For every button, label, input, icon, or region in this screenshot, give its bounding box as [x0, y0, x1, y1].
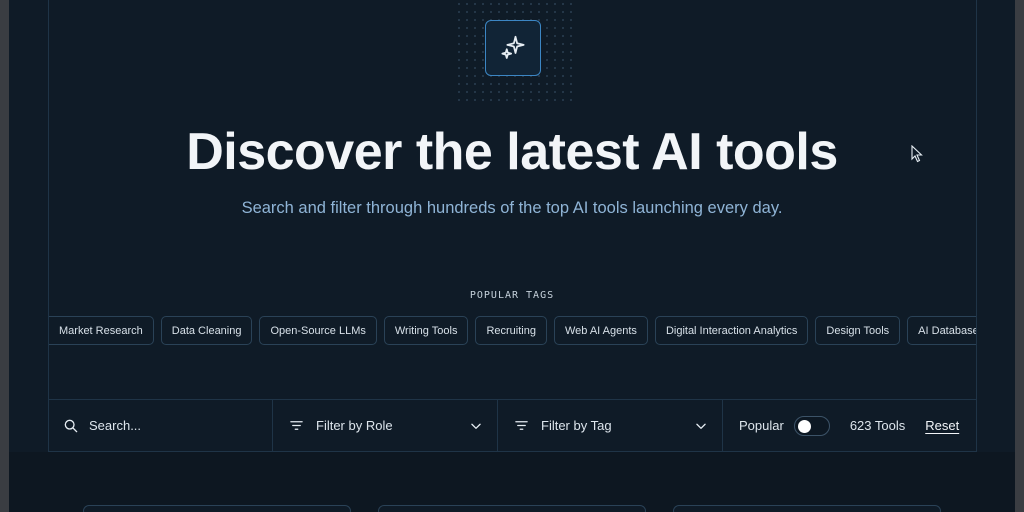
- toggle-knob: [797, 419, 811, 433]
- popular-toggle[interactable]: [793, 415, 830, 436]
- tool-card[interactable]: [378, 505, 646, 512]
- tag-design-tools[interactable]: Design Tools: [815, 316, 901, 345]
- tag-data-cleaning[interactable]: Data Cleaning: [160, 316, 253, 345]
- search-input[interactable]: Search...: [49, 400, 273, 451]
- chevron-down-icon: [696, 423, 706, 429]
- page-title: Discover the latest AI tools: [186, 123, 838, 181]
- chevron-down-icon: [471, 423, 481, 429]
- filter-icon: [290, 421, 303, 430]
- filter-by-role-dropdown[interactable]: Filter by Role: [273, 400, 498, 451]
- page: Discover the latest AI tools Search and …: [9, 0, 1015, 512]
- tag-open-source-llms[interactable]: Open-Source LLMs: [259, 316, 377, 345]
- grid-line-right: [976, 0, 977, 512]
- tag-writing-tools[interactable]: Writing Tools: [383, 316, 469, 345]
- reset-button[interactable]: Reset: [925, 418, 959, 433]
- tag-recruiting[interactable]: Recruiting: [475, 316, 547, 345]
- popular-tags-heading: POPULAR TAGS: [469, 290, 555, 301]
- popular-label: Popular: [739, 418, 784, 433]
- tag-digital-interaction-analytics[interactable]: Digital Interaction Analytics: [654, 316, 809, 345]
- sparkles-icon: [501, 35, 525, 59]
- mouse-cursor-icon: [911, 145, 923, 163]
- window-edge-right: [1015, 0, 1024, 512]
- search-placeholder: Search...: [89, 418, 142, 433]
- popular-tags-list: Market Research Data Cleaning Open-Sourc…: [49, 316, 976, 345]
- filter-bar-controls: Popular 623 Tools Reset: [723, 400, 976, 451]
- tool-card[interactable]: [673, 505, 941, 512]
- tag-market-research[interactable]: Market Research: [49, 316, 154, 345]
- tool-card[interactable]: [83, 505, 351, 512]
- search-icon: [64, 419, 78, 432]
- page-subtitle: Search and filter through hundreds of th…: [241, 199, 783, 217]
- filter-by-tag-dropdown[interactable]: Filter by Tag: [498, 400, 723, 451]
- filter-by-tag-label: Filter by Tag: [541, 418, 612, 433]
- tag-web-ai-agents[interactable]: Web AI Agents: [553, 316, 648, 345]
- tools-grid-area: [9, 452, 1015, 512]
- tag-ai-databases[interactable]: AI Databases: [907, 316, 976, 345]
- filter-icon: [515, 421, 528, 430]
- filter-by-role-label: Filter by Role: [316, 418, 393, 433]
- hero-logo: [485, 20, 541, 76]
- tools-count: 623 Tools: [849, 418, 906, 433]
- window-edge-left: [0, 0, 9, 512]
- filter-bar: Search... Filter by Role Filter by Tag P…: [49, 399, 976, 452]
